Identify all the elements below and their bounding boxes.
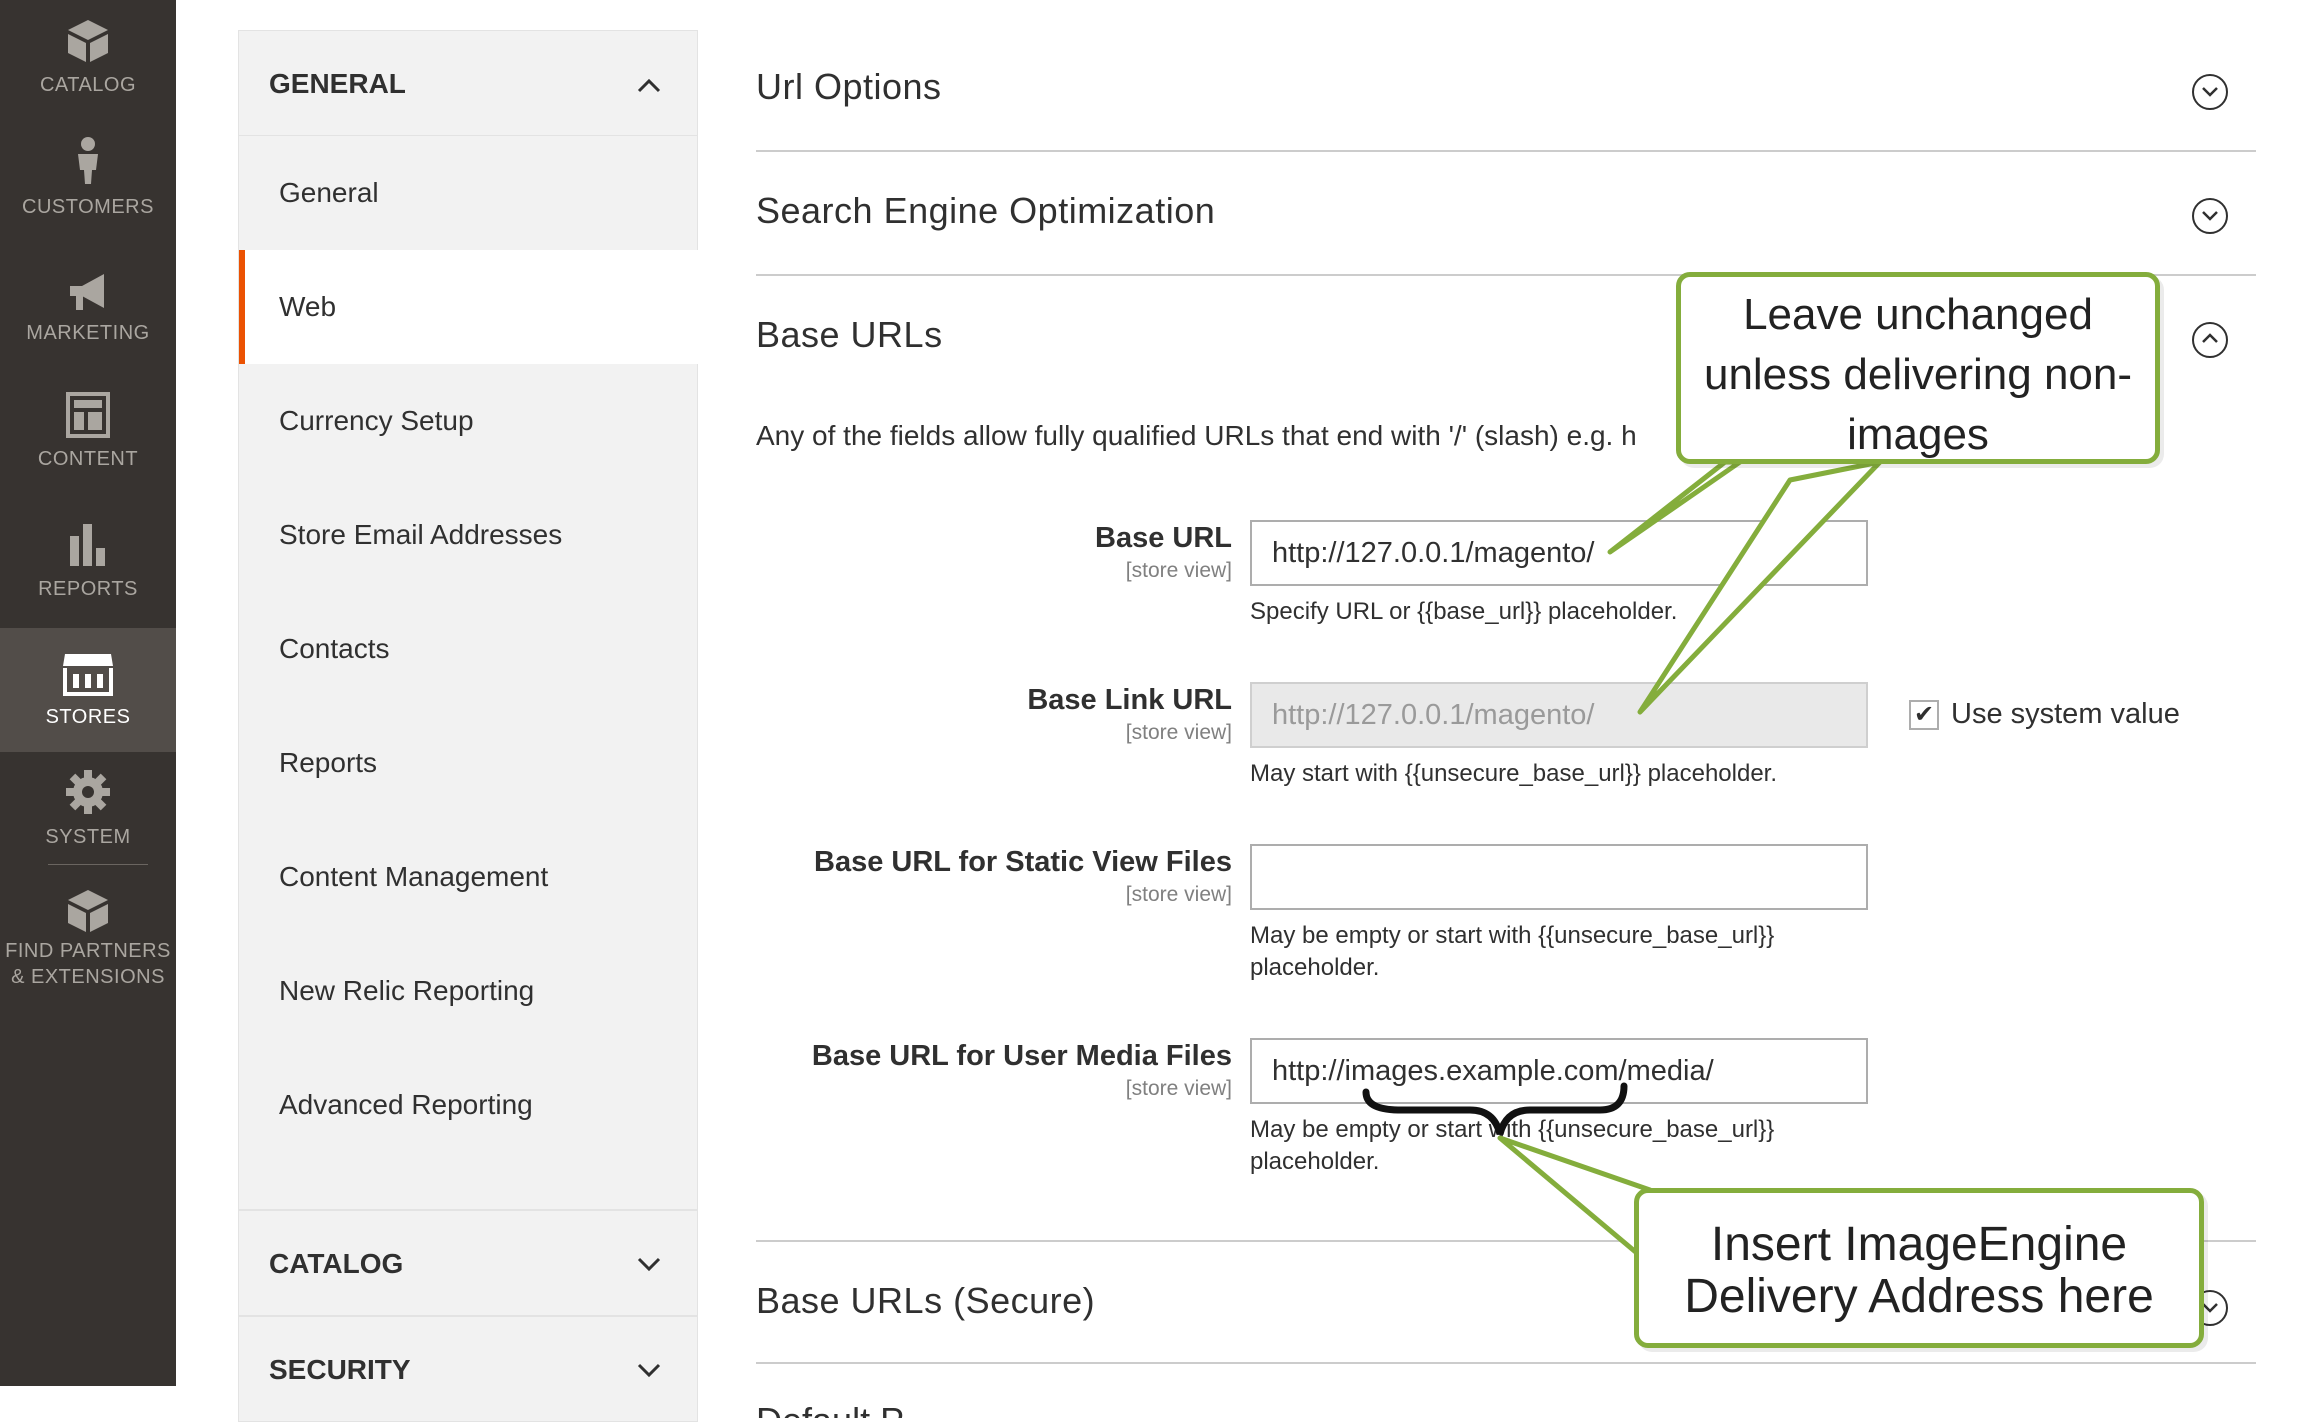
callout-pointer <box>1607 459 1743 555</box>
brace-icon <box>1362 1082 1628 1136</box>
callout-leave-unchanged: Leave unchanged unless delivering non- i… <box>1676 272 2160 464</box>
callout-line: Delivery Address here <box>1684 1270 2154 1323</box>
callout-line: Leave unchanged <box>1743 290 2093 339</box>
callout-line: unless delivering non- <box>1703 350 2133 399</box>
callout-line: images <box>1847 410 1989 459</box>
callout-pointer <box>1497 1135 1653 1257</box>
callout-line: Insert ImageEngine <box>1710 1218 2128 1271</box>
callout-insert-address: Insert ImageEngine Delivery Address here <box>1634 1188 2204 1348</box>
